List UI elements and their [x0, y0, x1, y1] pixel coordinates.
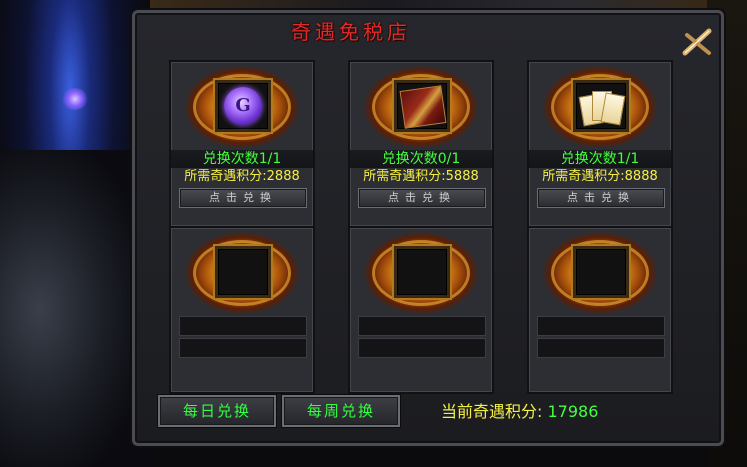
empty-info-bar — [358, 338, 486, 358]
item-medallion — [364, 232, 478, 314]
empty-info-bar — [537, 316, 665, 336]
empty-item-frame[interactable] — [215, 246, 271, 298]
item-medallion — [543, 232, 657, 314]
close-icon[interactable] — [679, 23, 717, 61]
shop-slot-5-empty — [348, 226, 494, 394]
item-frame[interactable] — [573, 80, 629, 132]
shop-slot-6-empty — [527, 226, 673, 394]
shop-slot-4-empty — [169, 226, 315, 394]
current-points-value: 17986 — [547, 402, 599, 421]
exchange-count: 兑换次数1/1 — [529, 150, 671, 168]
exchange-count: 兑换次数0/1 — [350, 150, 492, 168]
shop-slot-1: G 兑换次数1/1 所需奇遇积分:2888 点击兑换 — [169, 60, 315, 228]
item-medallion: G — [185, 66, 299, 148]
required-points: 所需奇遇积分:8888 — [542, 169, 658, 184]
shop-panel: 奇遇免税店 G 兑换次数1/1 所需奇遇积分:2888 点击兑换 兑换次数0/1… — [132, 10, 724, 446]
dragon-background — [0, 0, 150, 467]
item-medallion — [364, 66, 478, 148]
shop-slot-3: 兑换次数1/1 所需奇遇积分:8888 点击兑换 — [527, 60, 673, 228]
exchange-button[interactable]: 点击兑换 — [358, 188, 486, 208]
book-stack-icon — [578, 89, 626, 127]
exchange-button[interactable]: 点击兑换 — [179, 188, 307, 208]
shop-slot-2: 兑换次数0/1 所需奇遇积分:5888 点击兑换 — [348, 60, 494, 228]
empty-info-bar — [179, 338, 307, 358]
current-points: 当前奇遇积分: 17986 — [441, 401, 598, 423]
exchange-button[interactable]: 点击兑换 — [537, 188, 665, 208]
item-frame[interactable] — [394, 80, 450, 132]
weekly-exchange-tab[interactable]: 每周兑换 — [282, 395, 400, 427]
empty-info-bar — [358, 316, 486, 336]
required-points: 所需奇遇积分:2888 — [184, 169, 300, 184]
empty-item-frame[interactable] — [394, 246, 450, 298]
empty-info-bar — [537, 338, 665, 358]
red-scroll-icon — [399, 85, 447, 129]
empty-info-bar — [179, 316, 307, 336]
item-medallion — [543, 66, 657, 148]
empty-item-frame[interactable] — [573, 246, 629, 298]
current-points-label: 当前奇遇积分: — [441, 402, 543, 421]
dragon-eye-glow — [62, 88, 88, 110]
exchange-count: 兑换次数1/1 — [171, 150, 313, 168]
shop-title: 奇遇免税店 — [291, 20, 411, 44]
daily-exchange-tab[interactable]: 每日兑换 — [158, 395, 276, 427]
required-points: 所需奇遇积分:5888 — [363, 169, 479, 184]
item-medallion — [185, 232, 299, 314]
item-frame[interactable]: G — [215, 80, 271, 132]
purple-orb-icon: G — [224, 87, 262, 125]
